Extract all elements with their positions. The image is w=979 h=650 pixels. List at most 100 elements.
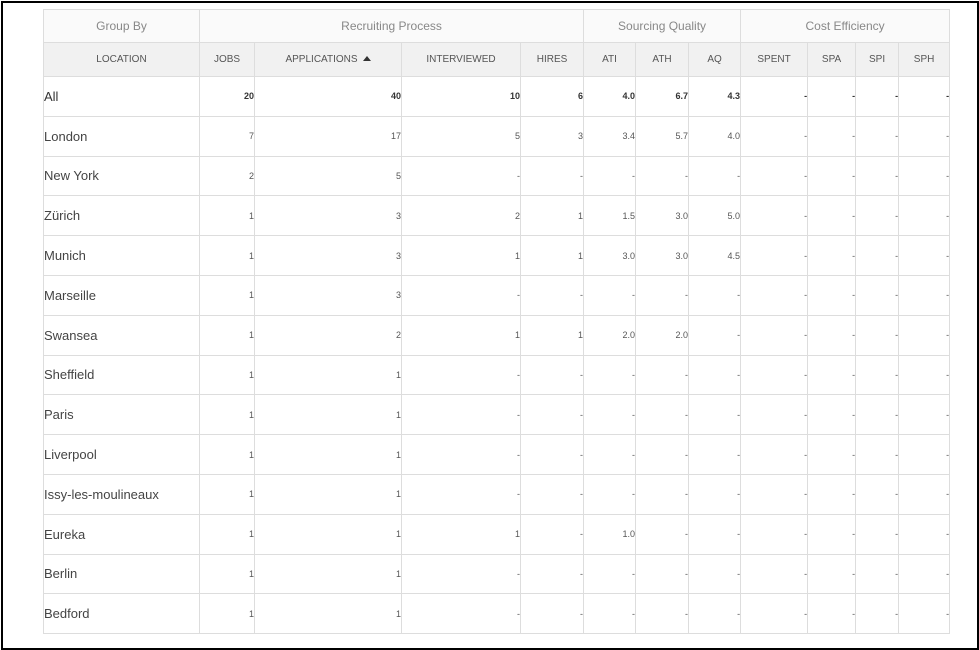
cell-ath: - xyxy=(635,274,690,316)
column-header-location[interactable]: LOCATION xyxy=(43,42,200,77)
cell-spa: - xyxy=(807,593,857,635)
column-header-label: APPLICATIONS xyxy=(285,54,358,65)
table-row: Issy-les-moulineaux 1 1 - - - - - - - - … xyxy=(43,473,951,515)
cell-aq: - xyxy=(688,274,742,316)
cell-spi: - xyxy=(855,354,900,396)
cell-applications: 1 xyxy=(254,473,402,515)
cell-location: Marseille xyxy=(43,274,200,316)
cell-interviewed: - xyxy=(401,354,521,396)
column-header-aq[interactable]: AQ xyxy=(688,42,742,77)
column-header-label: SPH xyxy=(913,54,935,65)
cell-ath: - xyxy=(635,155,690,197)
cell-sph: - xyxy=(898,513,951,555)
cell-jobs: 2 xyxy=(199,155,255,197)
cell-location: Munich xyxy=(43,235,200,276)
cell-spi: - xyxy=(855,155,900,197)
cell-aq: 4.0 xyxy=(688,115,742,157)
cell-hires: - xyxy=(519,473,585,515)
cell-ath: 3.0 xyxy=(635,195,690,237)
recruiting-report-table: Group By Recruiting Process Sourcing Qua… xyxy=(43,9,951,635)
cell-ath: - xyxy=(635,473,690,515)
cell-applications: 1 xyxy=(254,394,402,436)
column-header-label: AQ xyxy=(707,54,722,65)
cell-aq: - xyxy=(688,394,742,436)
cell-spent: - xyxy=(740,473,809,515)
cell-jobs: 1 xyxy=(199,394,255,436)
cell-applications: 17 xyxy=(254,115,402,157)
cell-hires: - xyxy=(519,434,585,475)
cell-ath: - xyxy=(635,593,690,635)
column-header-spa[interactable]: SPA xyxy=(807,42,857,77)
cell-applications: 3 xyxy=(254,235,402,276)
cell-spent: - xyxy=(740,274,809,316)
column-header-spi[interactable]: SPI xyxy=(855,42,900,77)
cell-jobs: 1 xyxy=(199,195,255,237)
cell-spi: - xyxy=(855,115,900,157)
group-header-row: Group By Recruiting Process Sourcing Qua… xyxy=(43,9,951,43)
cell-sph: - xyxy=(898,235,951,276)
cell-ath: - xyxy=(635,553,690,595)
cell-hires: 1 xyxy=(519,314,585,356)
cell-hires: 6 xyxy=(519,76,585,117)
cell-ath: 2.0 xyxy=(635,314,690,356)
cell-location: Eureka xyxy=(43,513,200,555)
cell-spi: - xyxy=(855,593,900,635)
column-header-label: ATH xyxy=(652,54,672,65)
column-header-label: ATI xyxy=(602,54,617,65)
cell-ati: - xyxy=(583,155,637,197)
cell-aq: 5.0 xyxy=(688,195,742,237)
cell-spi: - xyxy=(855,394,900,436)
cell-aq: - xyxy=(688,314,742,356)
cell-interviewed: - xyxy=(401,274,521,316)
cell-ath: 5.7 xyxy=(635,115,690,157)
column-header-jobs[interactable]: JOBS xyxy=(199,42,255,77)
cell-location: Zürich xyxy=(43,195,200,237)
cell-spa: - xyxy=(807,553,857,595)
cell-hires: - xyxy=(519,274,585,316)
cell-interviewed: - xyxy=(401,394,521,436)
cell-spa: - xyxy=(807,274,857,316)
cell-spa: - xyxy=(807,473,857,515)
cell-jobs: 1 xyxy=(199,274,255,316)
cell-location: Berlin xyxy=(43,553,200,595)
table-row: Liverpool 1 1 - - - - - - - - - xyxy=(43,434,951,475)
group-header-cost-efficiency: Cost Efficiency xyxy=(740,9,951,43)
cell-ati: - xyxy=(583,354,637,396)
group-header-sourcing-quality: Sourcing Quality xyxy=(583,9,742,43)
cell-ath: - xyxy=(635,394,690,436)
cell-sph: - xyxy=(898,434,951,475)
cell-interviewed: 2 xyxy=(401,195,521,237)
cell-applications: 5 xyxy=(254,155,402,197)
cell-spa: - xyxy=(807,76,857,117)
cell-applications: 2 xyxy=(254,314,402,356)
cell-spa: - xyxy=(807,155,857,197)
cell-interviewed: 1 xyxy=(401,235,521,276)
cell-spi: - xyxy=(855,473,900,515)
group-header-recruiting-process: Recruiting Process xyxy=(198,9,585,43)
cell-spent: - xyxy=(740,195,809,237)
column-header-sph[interactable]: SPH xyxy=(898,42,951,77)
cell-spa: - xyxy=(807,394,857,436)
table-row: Swansea 1 2 1 1 2.0 2.0 - - - - - xyxy=(43,314,951,356)
cell-sph: - xyxy=(898,354,951,396)
table-row: London 7 17 5 3 3.4 5.7 4.0 - - - - xyxy=(43,115,951,157)
column-header-applications[interactable]: APPLICATIONS xyxy=(254,42,402,77)
cell-jobs: 1 xyxy=(199,434,255,475)
cell-spa: - xyxy=(807,314,857,356)
table-row: Munich 1 3 1 1 3.0 3.0 4.5 - - - - xyxy=(43,235,951,276)
cell-applications: 1 xyxy=(254,513,402,555)
cell-interviewed: - xyxy=(401,593,521,635)
column-header-ath[interactable]: ATH xyxy=(635,42,690,77)
cell-hires: - xyxy=(519,394,585,436)
column-header-ati[interactable]: ATI xyxy=(583,42,637,77)
cell-interviewed: - xyxy=(401,434,521,475)
cell-spi: - xyxy=(855,314,900,356)
cell-ati: - xyxy=(583,593,637,635)
cell-jobs: 1 xyxy=(199,354,255,396)
column-header-spent[interactable]: SPENT xyxy=(740,42,809,77)
column-header-interviewed[interactable]: INTERVIEWED xyxy=(401,42,521,77)
cell-aq: - xyxy=(688,593,742,635)
cell-ati: - xyxy=(583,394,637,436)
column-header-label: SPI xyxy=(869,54,886,65)
column-header-hires[interactable]: HIRES xyxy=(519,42,585,77)
